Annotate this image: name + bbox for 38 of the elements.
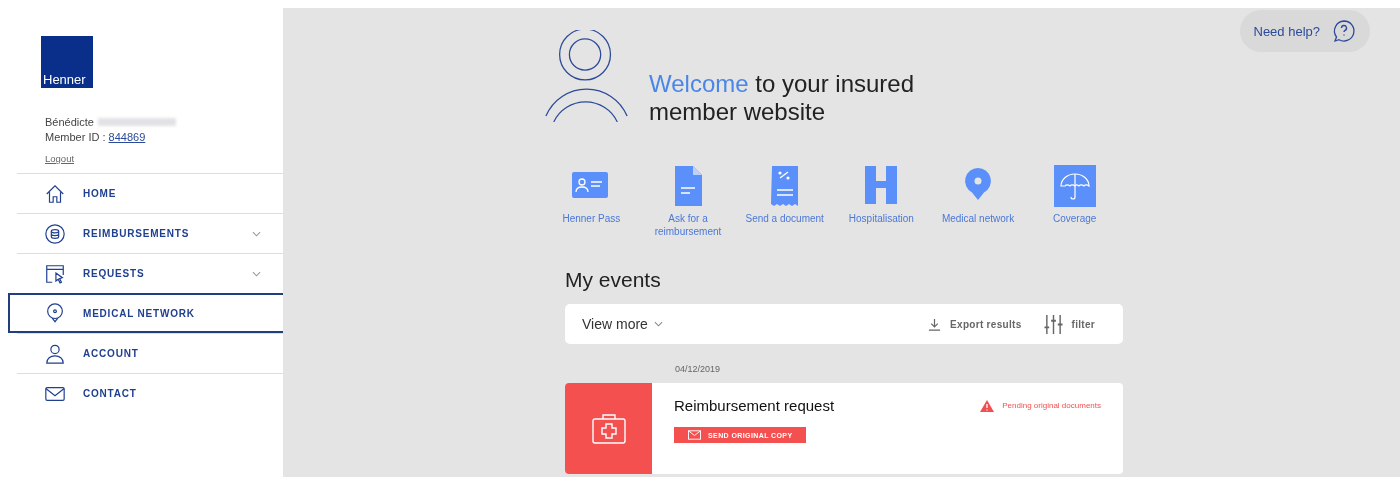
coins-icon	[44, 222, 66, 245]
member-id-label: Member ID :	[45, 131, 106, 143]
logout-link[interactable]: Logout	[45, 153, 75, 164]
user-first-name: Bénédicte	[45, 116, 94, 128]
home-icon	[44, 182, 66, 205]
section-title: My events	[565, 268, 662, 292]
chevron-down-icon	[653, 321, 663, 327]
welcome-heading: Welcome to your insured member website	[649, 70, 915, 126]
help-button[interactable]: Need help?	[1239, 10, 1370, 52]
event-date: 04/12/2019	[675, 364, 722, 374]
question-bubble-icon	[1332, 19, 1356, 43]
quick-action-link[interactable]: Medical network	[929, 164, 1027, 238]
nav-item[interactable]: REIMBURSEMENTS	[17, 213, 283, 253]
mail-icon	[688, 430, 701, 440]
event-title: Reimbursement request	[674, 397, 835, 414]
nav-item[interactable]: REQUESTS	[17, 253, 283, 293]
window-cursor-icon	[44, 262, 66, 285]
chevron-down-icon	[252, 230, 261, 237]
first-aid-kit-icon	[590, 412, 627, 445]
sliders-icon	[1043, 313, 1063, 335]
export-button[interactable]: Export results	[928, 317, 1022, 331]
person-icon	[44, 342, 66, 365]
view-more-dropdown[interactable]: View more	[582, 316, 663, 332]
quick-action-link[interactable]: Hospitalisation	[833, 164, 930, 238]
quick-action-link[interactable]: Send a document	[736, 164, 833, 238]
download-icon	[928, 317, 942, 331]
event-status: Pending original documents	[1002, 401, 1101, 410]
quick-action-link[interactable]: Henner Pass	[543, 164, 640, 238]
umbrella-icon	[1052, 164, 1097, 208]
location-pin-icon	[44, 302, 66, 324]
filter-button[interactable]: filter	[1043, 313, 1095, 335]
quick-action-link[interactable]: Coverage	[1026, 164, 1124, 238]
warning-icon	[980, 399, 995, 412]
member-id-link[interactable]: 844869	[108, 131, 146, 143]
chevron-down-icon	[252, 270, 261, 277]
person-outline-icon	[543, 30, 631, 122]
henner-logo: Henner	[41, 36, 93, 88]
quick-action-link[interactable]: Ask for a reimbursement	[639, 164, 737, 238]
